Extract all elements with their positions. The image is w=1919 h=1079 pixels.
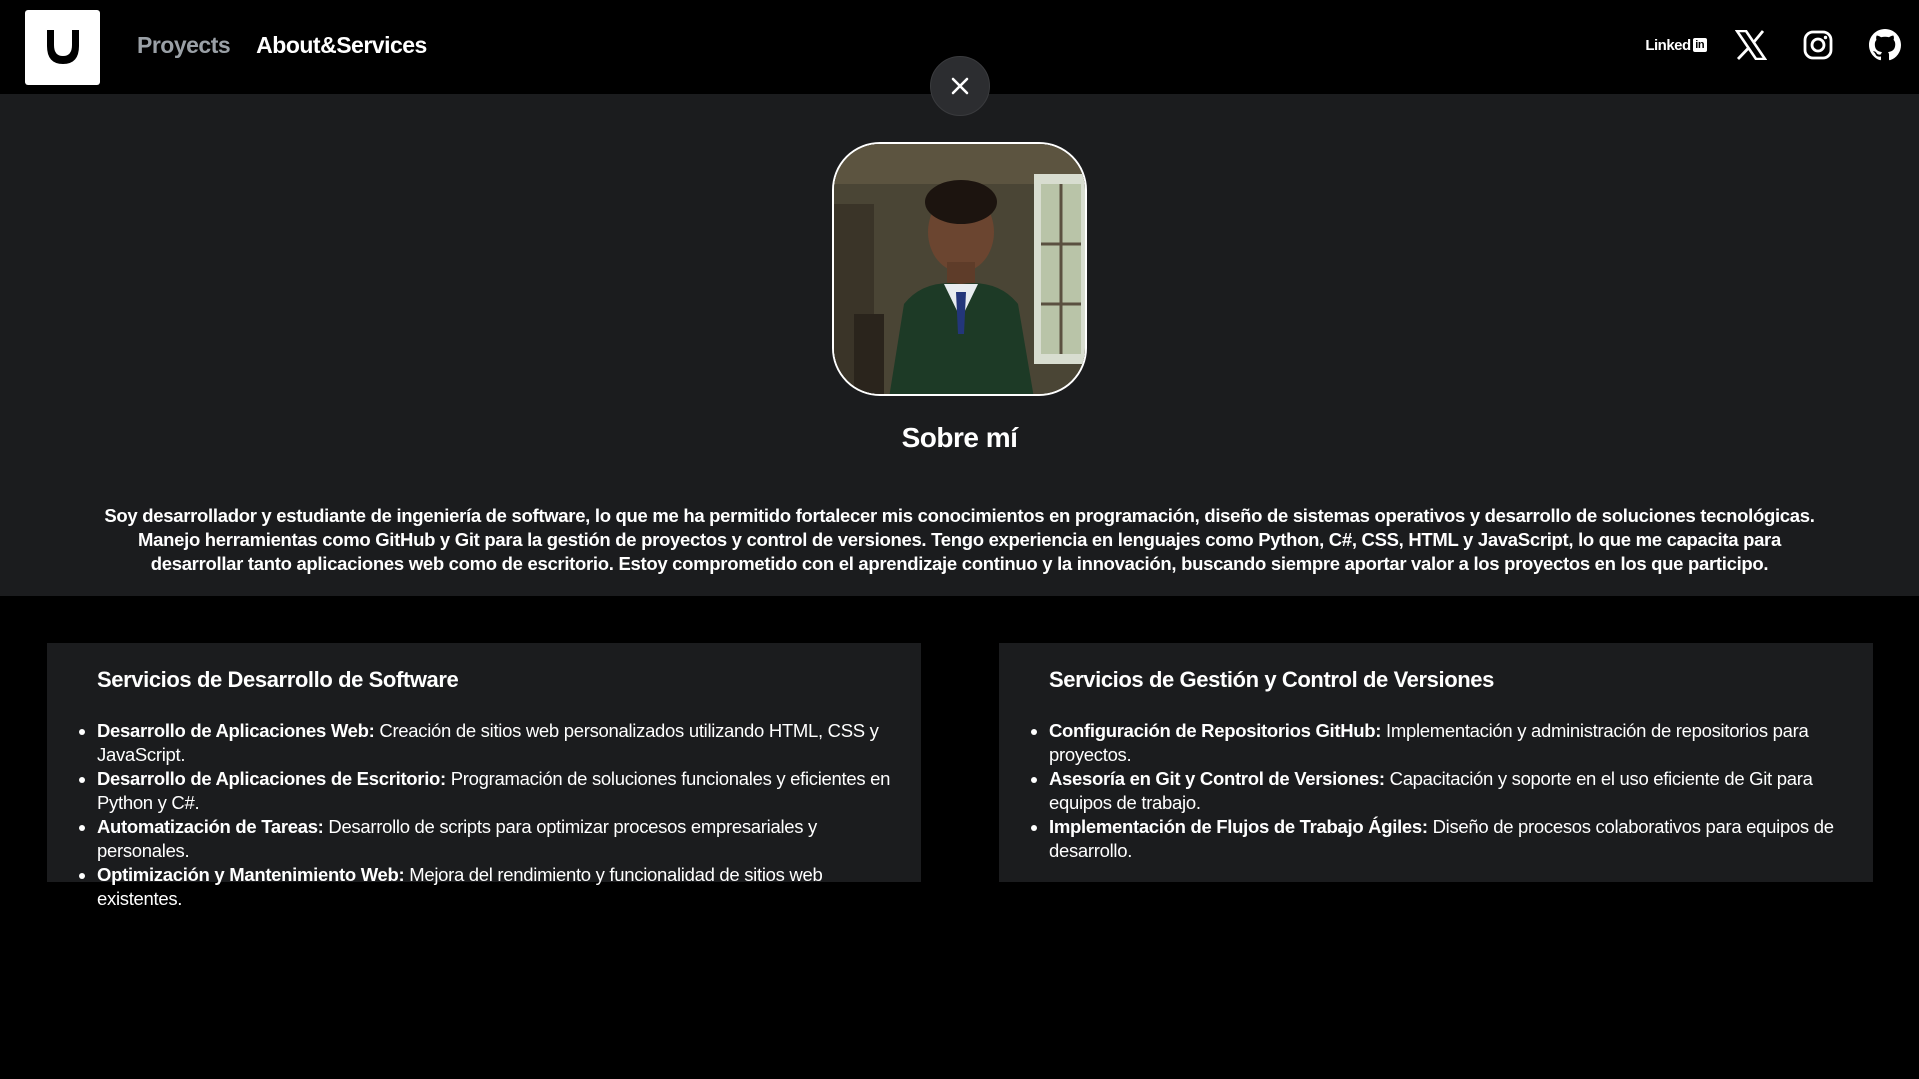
about-section: Sobre mí Soy desarrollador y estudiante … — [0, 94, 1919, 596]
u-logo-icon — [46, 29, 79, 64]
item-heading: Automatización de Tareas: — [97, 816, 324, 837]
linkedin-label: Linked — [1645, 36, 1691, 54]
list-item: Implementación de Flujos de Trabajo Ágil… — [1049, 815, 1853, 863]
list-item: Asesoría en Git y Control de Versiones: … — [1049, 767, 1853, 815]
home-logo[interactable] — [25, 10, 100, 85]
x-icon — [1735, 30, 1767, 60]
instagram-icon — [1803, 30, 1833, 60]
nav-link-proyects[interactable]: Proyects — [137, 32, 231, 59]
close-button[interactable] — [930, 56, 990, 116]
item-heading: Desarrollo de Aplicaciones de Escritorio… — [97, 768, 446, 789]
services-card-version-control: Servicios de Gestión y Control de Versio… — [999, 643, 1873, 882]
close-icon — [951, 77, 969, 95]
x-link[interactable] — [1731, 26, 1771, 64]
list-item: Configuración de Repositorios GitHub: Im… — [1049, 719, 1853, 767]
list-item: Desarrollo de Aplicaciones de Escritorio… — [97, 767, 901, 815]
card-title: Servicios de Gestión y Control de Versio… — [1049, 667, 1494, 692]
services-card-software: Servicios de Desarrollo de Software Desa… — [47, 643, 921, 909]
profile-photo — [832, 142, 1087, 396]
list-item: Automatización de Tareas: Desarrollo de … — [97, 815, 901, 863]
item-heading: Asesoría en Git y Control de Versiones: — [1049, 768, 1385, 789]
linkedin-in-box: in — [1692, 38, 1707, 52]
nav-link-about-services[interactable]: About&Services — [256, 32, 427, 59]
linkedin-link[interactable]: Linked in — [1643, 26, 1709, 64]
social-links: Linked in — [1643, 26, 1905, 64]
linkedin-icon: Linked in — [1645, 36, 1707, 54]
services-list: Desarrollo de Aplicaciones Web: Creación… — [97, 719, 901, 911]
about-description: Soy desarrollador y estudiante de ingeni… — [104, 505, 1815, 574]
profile-photo-image — [834, 144, 1085, 394]
github-icon — [1869, 29, 1901, 61]
nav-links: Proyects About&Services — [137, 32, 427, 59]
item-heading: Desarrollo de Aplicaciones Web: — [97, 720, 375, 741]
item-heading: Optimización y Mantenimiento Web: — [97, 864, 405, 885]
card-title: Servicios de Desarrollo de Software — [97, 667, 459, 692]
instagram-link[interactable] — [1798, 26, 1838, 64]
item-heading: Configuración de Repositorios GitHub: — [1049, 720, 1382, 741]
list-item: Optimización y Mantenimiento Web: Mejora… — [97, 863, 901, 911]
list-item: Desarrollo de Aplicaciones Web: Creación… — [97, 719, 901, 767]
services-list: Configuración de Repositorios GitHub: Im… — [1049, 719, 1853, 863]
github-link[interactable] — [1865, 26, 1905, 64]
item-heading: Implementación de Flujos de Trabajo Ágil… — [1049, 816, 1428, 837]
about-title: Sobre mí — [901, 422, 1018, 453]
